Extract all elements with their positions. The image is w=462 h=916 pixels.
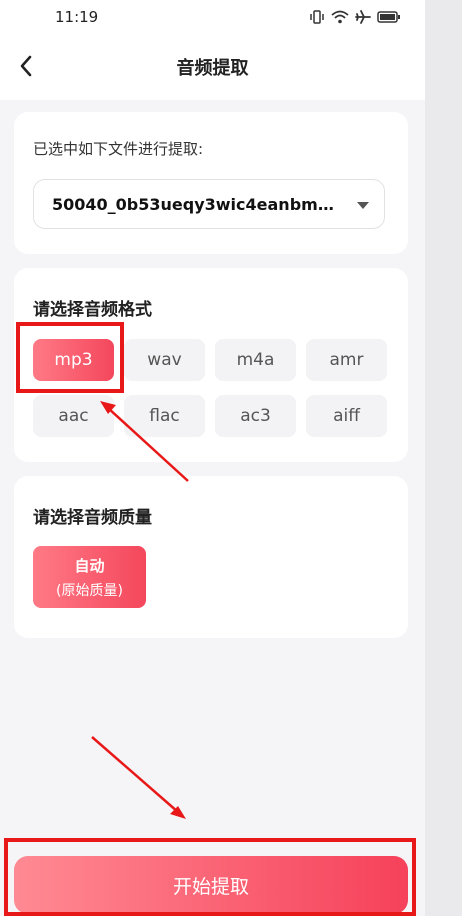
app-screen: 11:19 音频提取 已选中如下文件进行提取: 50040_0b53ueqy3w… xyxy=(0,0,425,916)
caret-down-icon xyxy=(356,195,370,214)
file-label: 已选中如下文件进行提取: xyxy=(33,140,204,158)
format-option-m4a[interactable]: m4a xyxy=(215,339,296,381)
format-options: mp3 wav m4a amr aac flac ac3 aiff xyxy=(33,339,389,437)
format-option-flac[interactable]: flac xyxy=(124,395,205,437)
selected-file-name: 50040_0b53ueqy3wic4eanbmmu... xyxy=(52,194,350,214)
format-option-mp3[interactable]: mp3 xyxy=(33,339,114,381)
airplane-icon xyxy=(355,10,371,24)
file-dropdown[interactable]: 50040_0b53ueqy3wic4eanbmmu... xyxy=(33,179,385,229)
status-time: 11:19 xyxy=(55,8,99,26)
page-title: 音频提取 xyxy=(176,58,249,79)
format-option-wav[interactable]: wav xyxy=(124,339,205,381)
format-option-amr[interactable]: amr xyxy=(306,339,387,381)
quality-option-auto[interactable]: 自动 (原始质量) xyxy=(33,546,146,608)
format-option-aiff[interactable]: aiff xyxy=(306,395,387,437)
format-section-title: 请选择音频格式 xyxy=(33,300,152,320)
quality-card: 请选择音频质量 自动 (原始质量) xyxy=(14,476,408,638)
status-bar: 11:19 xyxy=(0,0,425,34)
file-card: 已选中如下文件进行提取: 50040_0b53ueqy3wic4eanbmmu.… xyxy=(14,112,408,254)
quality-option-label: 自动 xyxy=(74,556,105,575)
side-strip xyxy=(425,0,462,916)
start-extract-button[interactable]: 开始提取 xyxy=(14,856,408,914)
format-card: 请选择音频格式 mp3 wav m4a amr aac flac ac3 aif… xyxy=(14,268,408,462)
nav-bar: 音频提取 xyxy=(0,34,425,100)
quality-option-sublabel: (原始质量) xyxy=(56,582,123,599)
format-option-ac3[interactable]: ac3 xyxy=(215,395,296,437)
quality-section-title: 请选择音频质量 xyxy=(33,508,152,528)
vibrate-icon xyxy=(309,10,325,24)
status-icons xyxy=(309,10,401,24)
wifi-icon xyxy=(331,10,349,24)
format-option-aac[interactable]: aac xyxy=(33,395,114,437)
battery-icon xyxy=(377,10,401,24)
